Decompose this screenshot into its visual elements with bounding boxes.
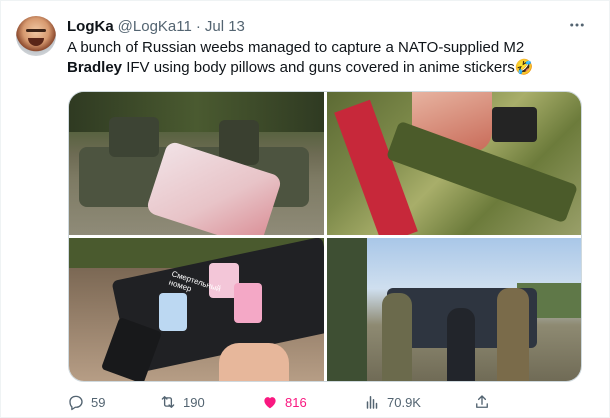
- tank-with-anime-body-pillow-photo[interactable]: [69, 92, 324, 235]
- rifle-with-anime-sling-photo[interactable]: [327, 92, 581, 235]
- avatar[interactable]: [16, 16, 56, 56]
- soldier-left: [382, 293, 412, 381]
- views-chart-icon: [366, 396, 378, 409]
- tree: [327, 238, 367, 381]
- header-separator: ·: [195, 17, 201, 35]
- views-button[interactable]: 70.9K: [363, 391, 421, 413]
- tweet-date[interactable]: Jul 13: [205, 18, 245, 35]
- foliage: [69, 92, 324, 132]
- reply-button[interactable]: 59: [67, 391, 105, 413]
- media-grid: Смертельный номер: [68, 91, 582, 382]
- laughing-emoji: 🤣: [514, 59, 534, 76]
- tweet-text-line1: A bunch of Russian weebs managed to capt…: [67, 39, 525, 56]
- avatar-brow: [26, 29, 46, 32]
- like-count: 816: [285, 394, 307, 410]
- tank-turret: [109, 117, 159, 157]
- soldiers-group-photo[interactable]: [327, 238, 581, 381]
- share-button[interactable]: [473, 391, 491, 413]
- view-count: 70.9K: [387, 394, 421, 410]
- more-dots-icon: [570, 23, 584, 27]
- tweet-text-bold: Bradley: [67, 59, 123, 76]
- sling-strap: [334, 99, 418, 235]
- soldier-right: [497, 288, 529, 381]
- like-button[interactable]: 816: [261, 391, 307, 413]
- avatar-mouth: [28, 38, 44, 46]
- tweet-header: LogKa @LogKa11 · Jul 13: [67, 16, 245, 36]
- anime-sticker: [159, 293, 187, 331]
- rifle-with-anime-stickers-photo[interactable]: Смертельный номер: [69, 238, 324, 381]
- tweet-actions: 59 190 816 70.9K: [67, 391, 587, 413]
- red-dot-sight: [492, 107, 537, 142]
- soldier-center: [447, 308, 475, 381]
- tweet-text: A bunch of Russian weebs managed to capt…: [67, 38, 587, 78]
- reply-icon: [69, 395, 83, 411]
- reply-count: 59: [91, 394, 106, 410]
- author-handle[interactable]: @LogKa11: [118, 18, 192, 35]
- tweet-card[interactable]: LogKa @LogKa11 · Jul 13 A bunch of Russi…: [0, 0, 610, 418]
- tweet-text-line2: IFV using body pillows and guns covered …: [122, 59, 515, 76]
- heart-icon: [264, 397, 276, 409]
- share-icon: [476, 395, 488, 408]
- retweet-button[interactable]: 190: [159, 391, 205, 413]
- retweet-icon: [161, 396, 175, 408]
- hand: [219, 343, 289, 381]
- anime-sticker: [234, 283, 262, 323]
- author-name[interactable]: LogKa: [67, 18, 114, 35]
- retweet-count: 190: [183, 394, 205, 410]
- more-icon[interactable]: [565, 15, 589, 35]
